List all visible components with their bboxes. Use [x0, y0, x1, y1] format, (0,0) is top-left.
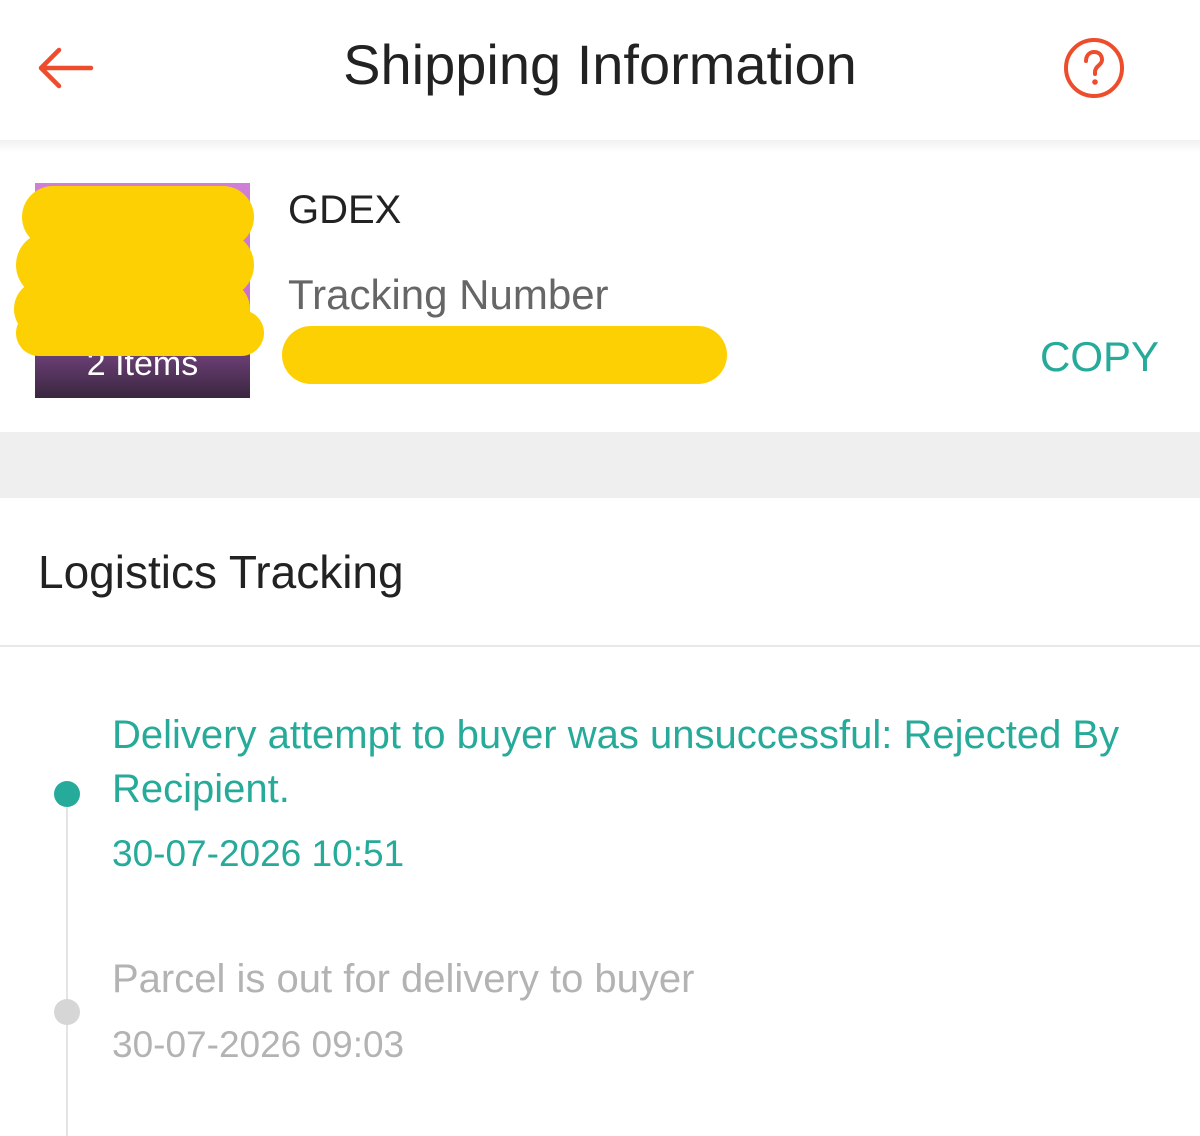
- question-circle-icon: [1064, 38, 1124, 98]
- divider: [0, 645, 1200, 647]
- header-shadow: [0, 140, 1200, 152]
- tracking-number-label: Tracking Number: [288, 271, 609, 318]
- tracking-event-time: 30-07-2026 10:51: [112, 833, 405, 874]
- tracking-number-redacted: [282, 326, 727, 384]
- app-header: Shipping Information: [0, 0, 1200, 140]
- carrier-name: GDEX: [288, 188, 402, 232]
- section-separator: [0, 432, 1200, 498]
- shipment-card: 2 Items GDEX Tracking Number COPY: [0, 152, 1200, 432]
- tracking-event-time: 30-07-2026 09:03: [112, 1024, 405, 1065]
- copy-button[interactable]: COPY: [1040, 332, 1159, 382]
- tracking-event-description: Delivery attempt to buyer was unsuccessf…: [112, 713, 1120, 811]
- timeline-dot-past: [54, 999, 80, 1025]
- help-button[interactable]: [1062, 36, 1126, 100]
- page-title: Shipping Information: [343, 33, 857, 96]
- tracking-event-description: Parcel is out for delivery to buyer: [112, 957, 695, 1001]
- timeline-line: [66, 795, 68, 1136]
- shipping-information-screen: Shipping Information 2 Items GDEX Tracki…: [0, 0, 1200, 1136]
- logistics-tracking-title: Logistics Tracking: [38, 546, 404, 598]
- timeline-dot-current: [54, 781, 80, 807]
